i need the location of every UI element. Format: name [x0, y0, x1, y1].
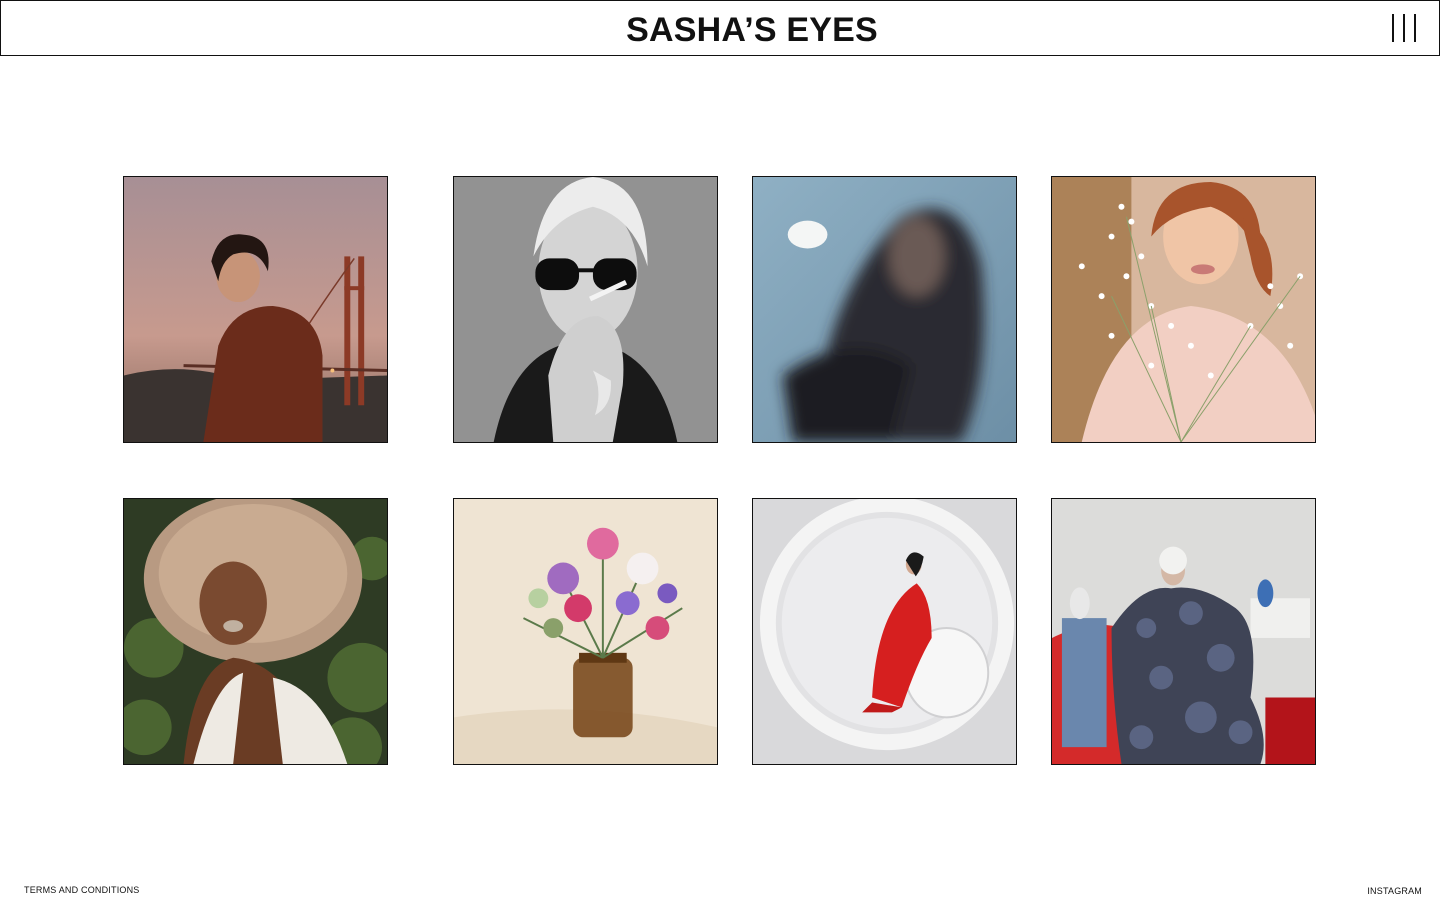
- menu-icon-bar: [1392, 14, 1394, 42]
- gallery-photo-1[interactable]: [123, 176, 388, 443]
- photo-golden-gate-portrait: [124, 177, 387, 442]
- gallery-photo-4[interactable]: [1051, 176, 1316, 443]
- gallery-photo-6[interactable]: [453, 498, 718, 765]
- gallery-photo-8[interactable]: [1051, 498, 1316, 765]
- gallery-photo-3[interactable]: [752, 176, 1017, 443]
- photo-polka-dot-fashion: [1052, 499, 1315, 764]
- photo-flower-bouquet: [454, 499, 717, 764]
- photo-flowers-portrait: [1052, 177, 1315, 442]
- photo-curly-hair-portrait: [124, 499, 387, 764]
- photo-motion-blur-portrait: [753, 177, 1016, 442]
- gallery-photo-2[interactable]: [453, 176, 718, 443]
- photo-red-dress-circle: [753, 499, 1016, 764]
- photo-sunglasses-portrait: [454, 177, 717, 442]
- menu-icon-bar: [1403, 14, 1405, 42]
- gallery-photo-7[interactable]: [752, 498, 1017, 765]
- menu-icon-bar: [1414, 14, 1416, 42]
- photo-gallery: [0, 0, 1440, 903]
- site-header: SASHA’S EYES: [0, 0, 1440, 56]
- menu-button[interactable]: [1389, 14, 1419, 42]
- site-title[interactable]: SASHA’S EYES: [626, 13, 878, 47]
- instagram-link[interactable]: INSTAGRAM: [1367, 886, 1422, 896]
- gallery-photo-5[interactable]: [123, 498, 388, 765]
- terms-and-conditions-link[interactable]: TERMS AND CONDITIONS: [24, 885, 140, 895]
